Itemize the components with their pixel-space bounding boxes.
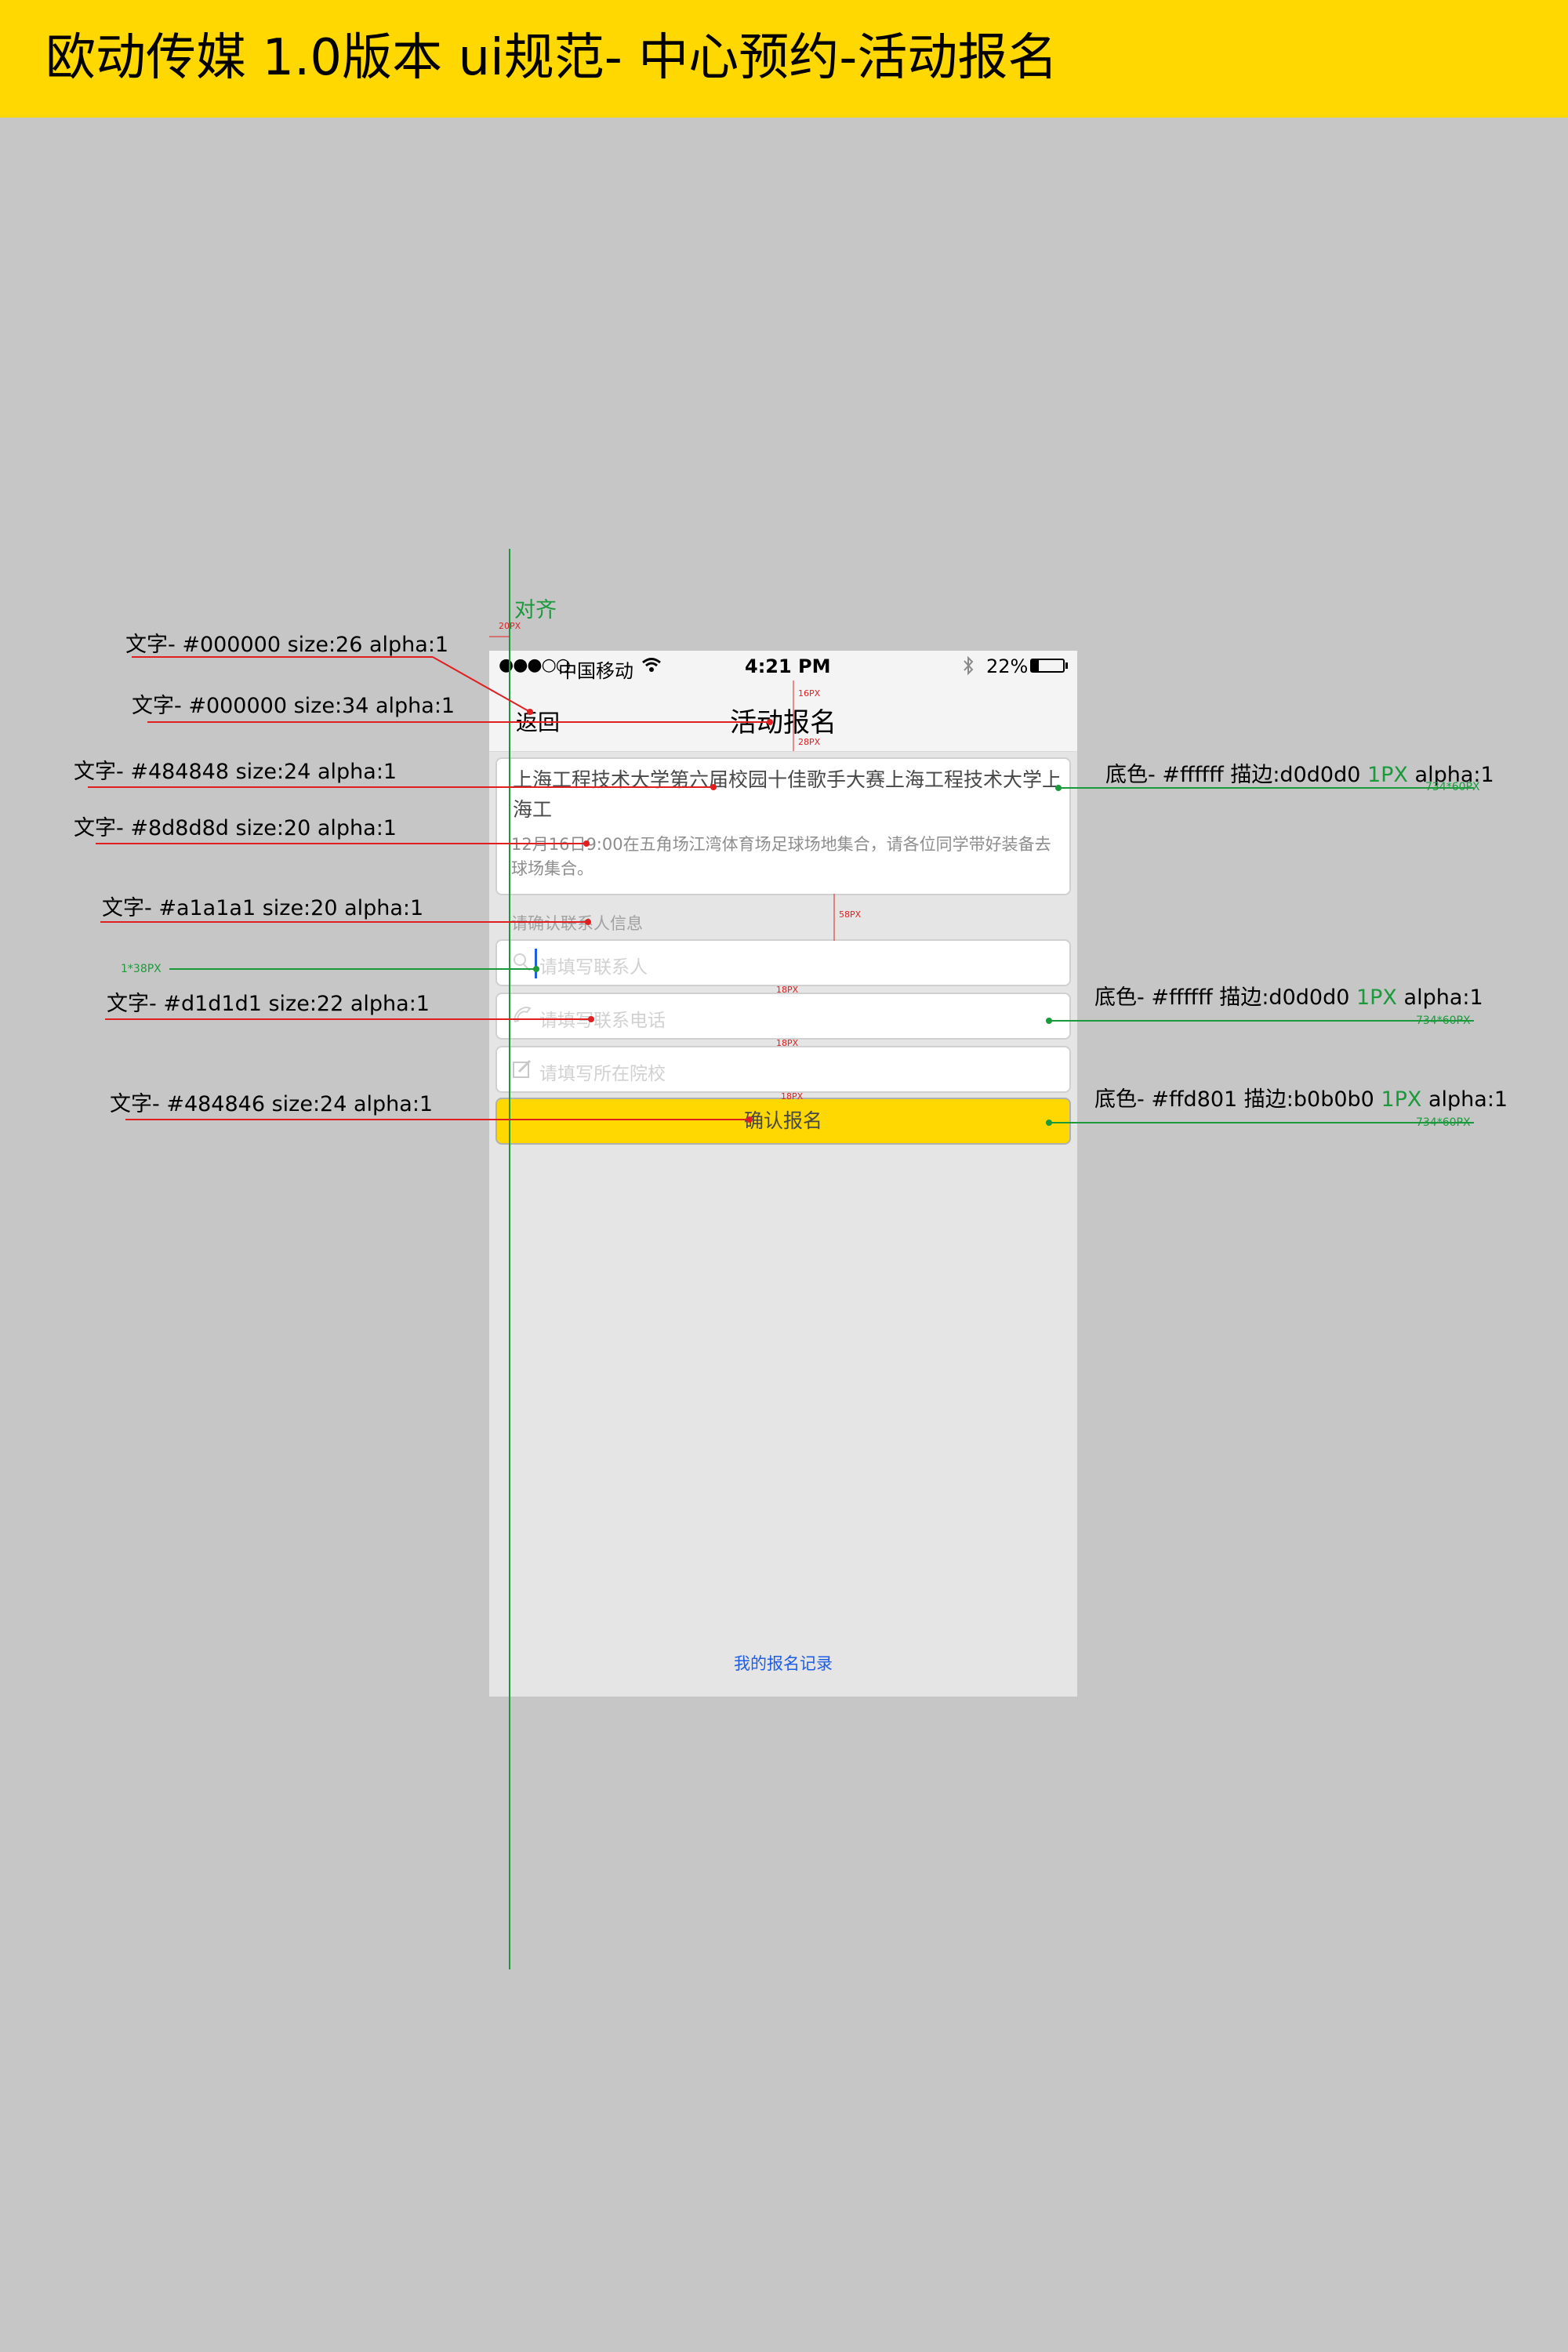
note-field-bg: 底色- #ffffff 描边:d0d0d0 1PX alpha:1: [1094, 985, 1483, 1010]
dim-16: 16PX: [798, 688, 821, 699]
dot-card-desc: [583, 840, 590, 847]
size-card: 734*60PX: [1425, 781, 1480, 793]
note-cursor-size: 1*38PX: [121, 963, 162, 975]
dim-28: 28PX: [798, 737, 821, 747]
dot-section: [585, 919, 591, 925]
annotation-lines: [88, 549, 1474, 1969]
note-text-title: 文字- #000000 size:34 alpha:1: [132, 694, 456, 718]
dot-placeholder: [588, 1016, 594, 1022]
note-placeholder: 文字- #d1d1d1 size:22 alpha:1: [107, 992, 430, 1016]
dot-card-bg: [1055, 785, 1062, 791]
dim-18-b: 18PX: [776, 1038, 799, 1048]
note-section: 文字- #a1a1a1 size:20 alpha:1: [102, 896, 424, 920]
dot-field-bg: [1046, 1018, 1052, 1024]
dim-20: 20PX: [499, 621, 521, 631]
dim-58: 58PX: [839, 909, 862, 920]
dot-button-bg: [1046, 1120, 1052, 1126]
dim-18-c: 18PX: [781, 1091, 804, 1102]
size-field: 734*60PX: [1416, 1014, 1471, 1027]
dot-card-title: [710, 784, 717, 790]
dim-18-a: 18PX: [776, 985, 799, 995]
dot-back: [527, 709, 533, 715]
note-button-bg: 底色- #ffd801 描边:b0b0b0 1PX alpha:1: [1094, 1087, 1508, 1112]
note-button-text: 文字- #484846 size:24 alpha:1: [110, 1092, 434, 1116]
note-align: 对齐: [514, 598, 557, 622]
dot-title: [767, 719, 773, 725]
dot-button-text: [746, 1116, 753, 1123]
note-card-title: 文字- #484848 size:24 alpha:1: [74, 760, 397, 784]
note-text-back: 文字- #000000 size:26 alpha:1: [125, 633, 449, 657]
dot-cursor: [533, 966, 539, 972]
size-button: 734*60PX: [1416, 1116, 1471, 1129]
note-card-desc: 文字- #8d8d8d size:20 alpha:1: [74, 816, 397, 840]
